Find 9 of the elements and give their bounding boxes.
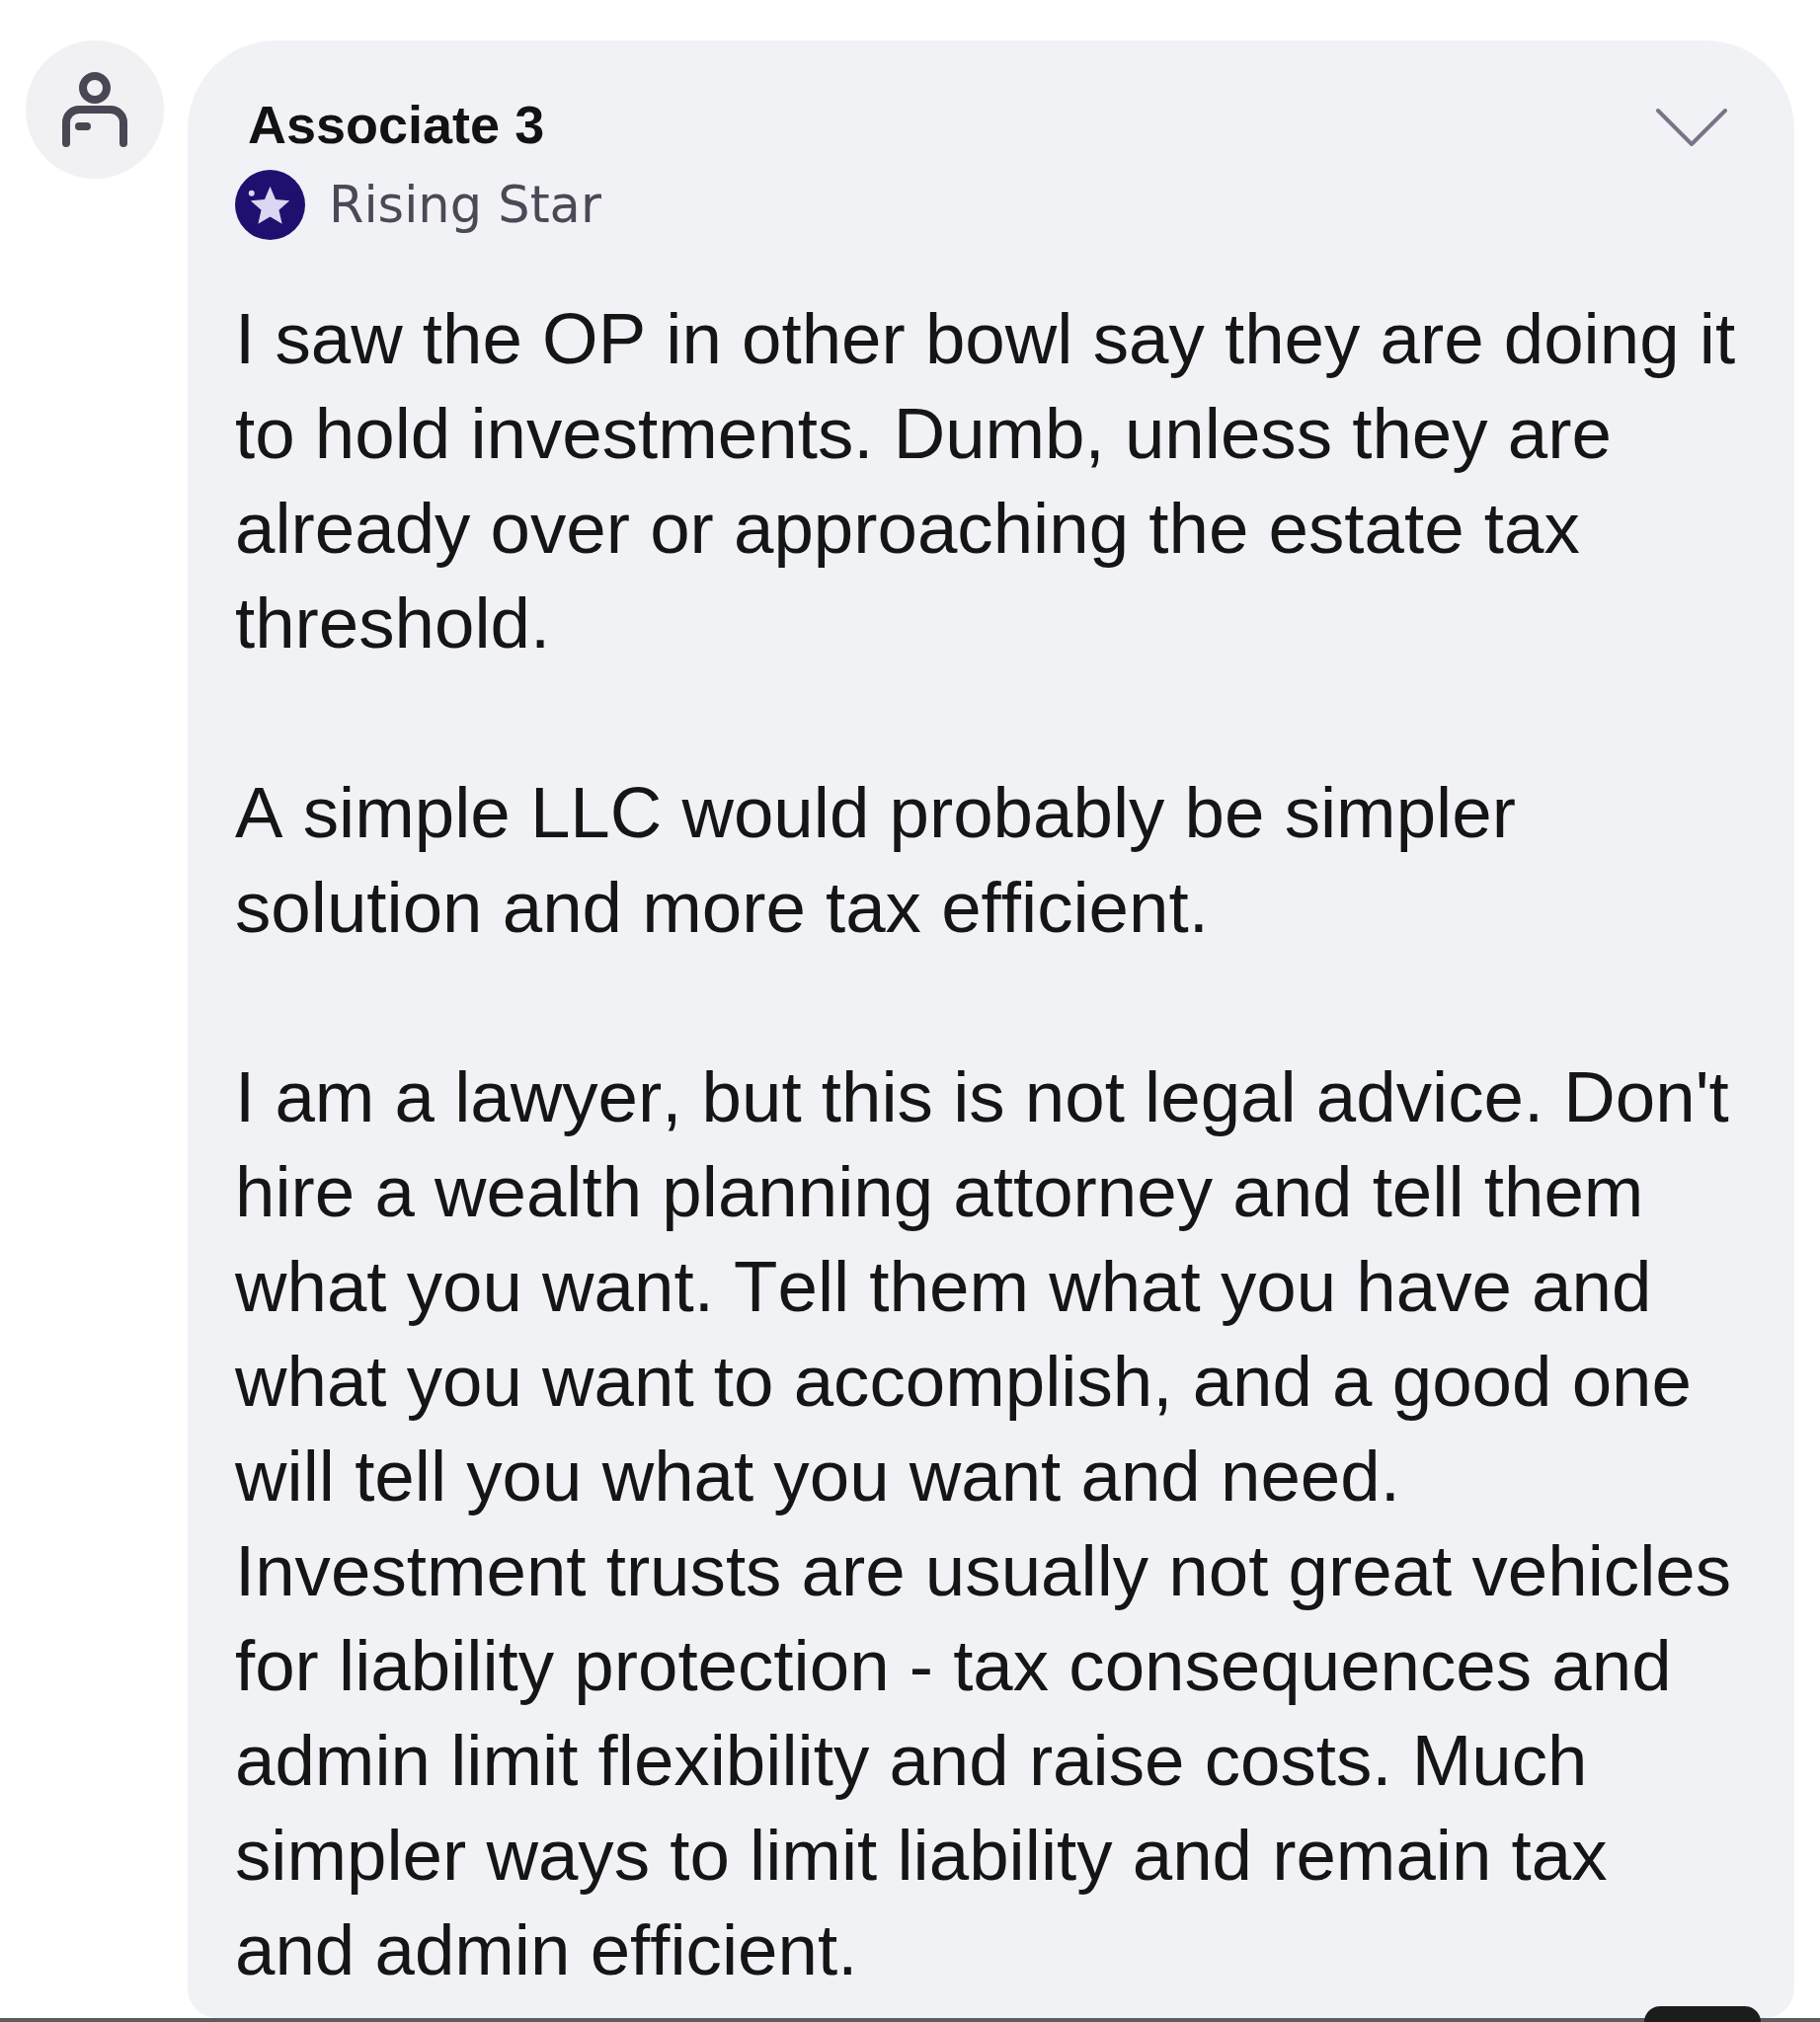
chevron-down-icon[interactable] [1656, 109, 1727, 146]
comment-paragraph: I am a lawyer, but this is not legal advice. Don't hire a wealth planning attorney and tell them what you want. Tell them what you have and what you want to accomplish, and a good one will tell you what you want and need. Investment trusts are usually not great vehicles for liability protection - tax consequences and admin limit flexibility and raise costs. Much simpler ways to limit liability and remain tax and admin efficient. [235, 1055, 1733, 1991]
badge-label: Rising Star [329, 175, 601, 236]
star-badge-icon [235, 170, 305, 240]
comment-paragraph: A simple LLC would probably be simpler solution and more tax efficient. [235, 771, 1517, 949]
comment-paragraph: I saw the OP in other bowl say they are doing it to hold investments. Dumb, unless they are already over or approaching the estate tax threshold. [235, 297, 1737, 664]
person-icon [61, 71, 128, 148]
floating-button[interactable] [1644, 2006, 1761, 2022]
author-name: Associate 3 [248, 94, 545, 156]
